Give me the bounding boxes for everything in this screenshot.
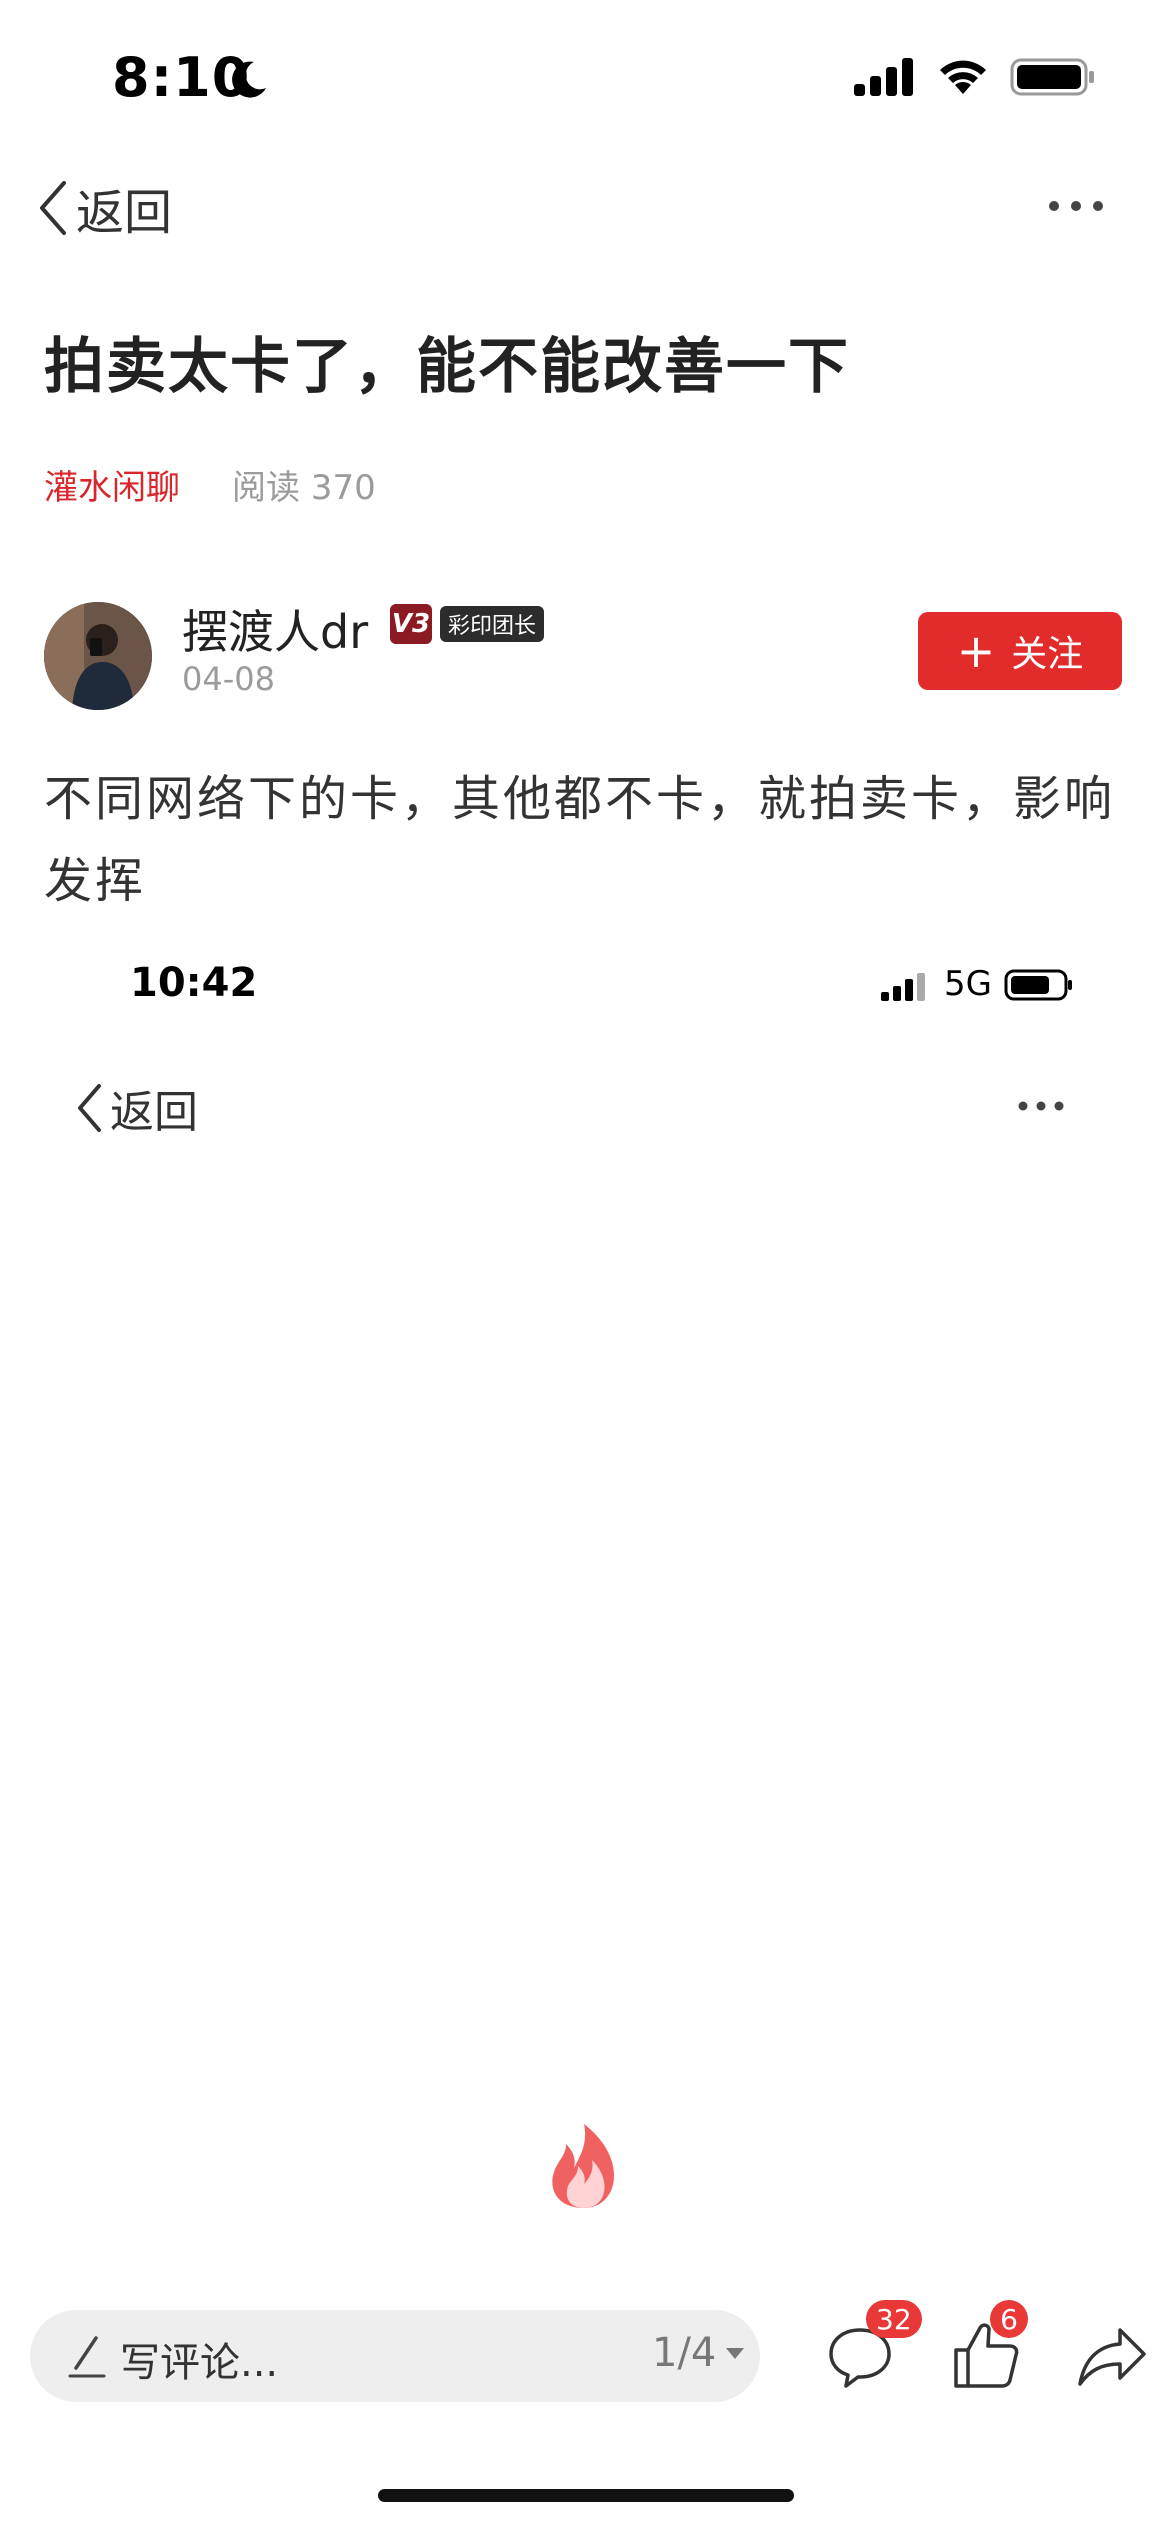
author-name[interactable]: 摆渡人dr bbox=[182, 596, 368, 662]
post-date: 04-08 bbox=[182, 660, 275, 698]
caret-down-icon bbox=[726, 2347, 745, 2359]
post-title: 拍卖太卡了，能不能改善一下 bbox=[44, 332, 850, 402]
back-label: 返回 bbox=[76, 185, 173, 241]
embedded-back-button: 返回 bbox=[74, 1076, 198, 1140]
page-indicator[interactable]: 1/4 bbox=[652, 2330, 745, 2376]
embedded-more-dots-icon bbox=[1018, 1101, 1064, 1111]
avatar[interactable] bbox=[44, 602, 152, 710]
more-dots-icon[interactable] bbox=[1046, 196, 1106, 216]
signal-icon bbox=[854, 58, 913, 96]
embedded-battery-icon bbox=[1004, 969, 1072, 1001]
flame-icon bbox=[552, 2124, 614, 2208]
home-indicator[interactable] bbox=[378, 2489, 794, 2502]
embedded-chevron-left-icon bbox=[78, 1084, 101, 1132]
battery-icon bbox=[1010, 58, 1094, 96]
pen-icon bbox=[68, 2336, 106, 2378]
read-count: 阅读 370 bbox=[232, 468, 376, 508]
embedded-signal-icon bbox=[881, 973, 925, 1001]
level-badge: V3 bbox=[390, 604, 432, 644]
embedded-network-label: 5G bbox=[944, 964, 992, 1004]
plus-icon: + bbox=[956, 624, 996, 678]
moon-icon bbox=[232, 61, 266, 98]
follow-button[interactable]: + 关注 bbox=[918, 612, 1122, 690]
embedded-status-time: 10:42 bbox=[130, 960, 258, 1006]
like-count-badge: 6 bbox=[990, 2300, 1028, 2338]
comment-count-badge: 32 bbox=[866, 2300, 922, 2338]
back-button[interactable]: 返回 bbox=[36, 176, 173, 241]
category-tag[interactable]: 灌水闲聊 bbox=[44, 460, 180, 509]
rank-badge: 彩印团长 bbox=[440, 606, 545, 642]
wifi-icon bbox=[940, 60, 986, 94]
follow-label: 关注 bbox=[1011, 634, 1084, 675]
comment-placeholder[interactable]: 写评论... bbox=[120, 2330, 278, 2388]
share-icon[interactable] bbox=[1076, 2324, 1148, 2388]
page-indicator-label: 1/4 bbox=[652, 2330, 717, 2376]
chevron-left-icon bbox=[40, 181, 66, 235]
post-body: 不同网络下的卡，其他都不卡，就拍卖卡，影响发挥 bbox=[44, 771, 1116, 909]
avatar-photo bbox=[44, 602, 152, 710]
embedded-back-label: 返回 bbox=[110, 1087, 198, 1138]
